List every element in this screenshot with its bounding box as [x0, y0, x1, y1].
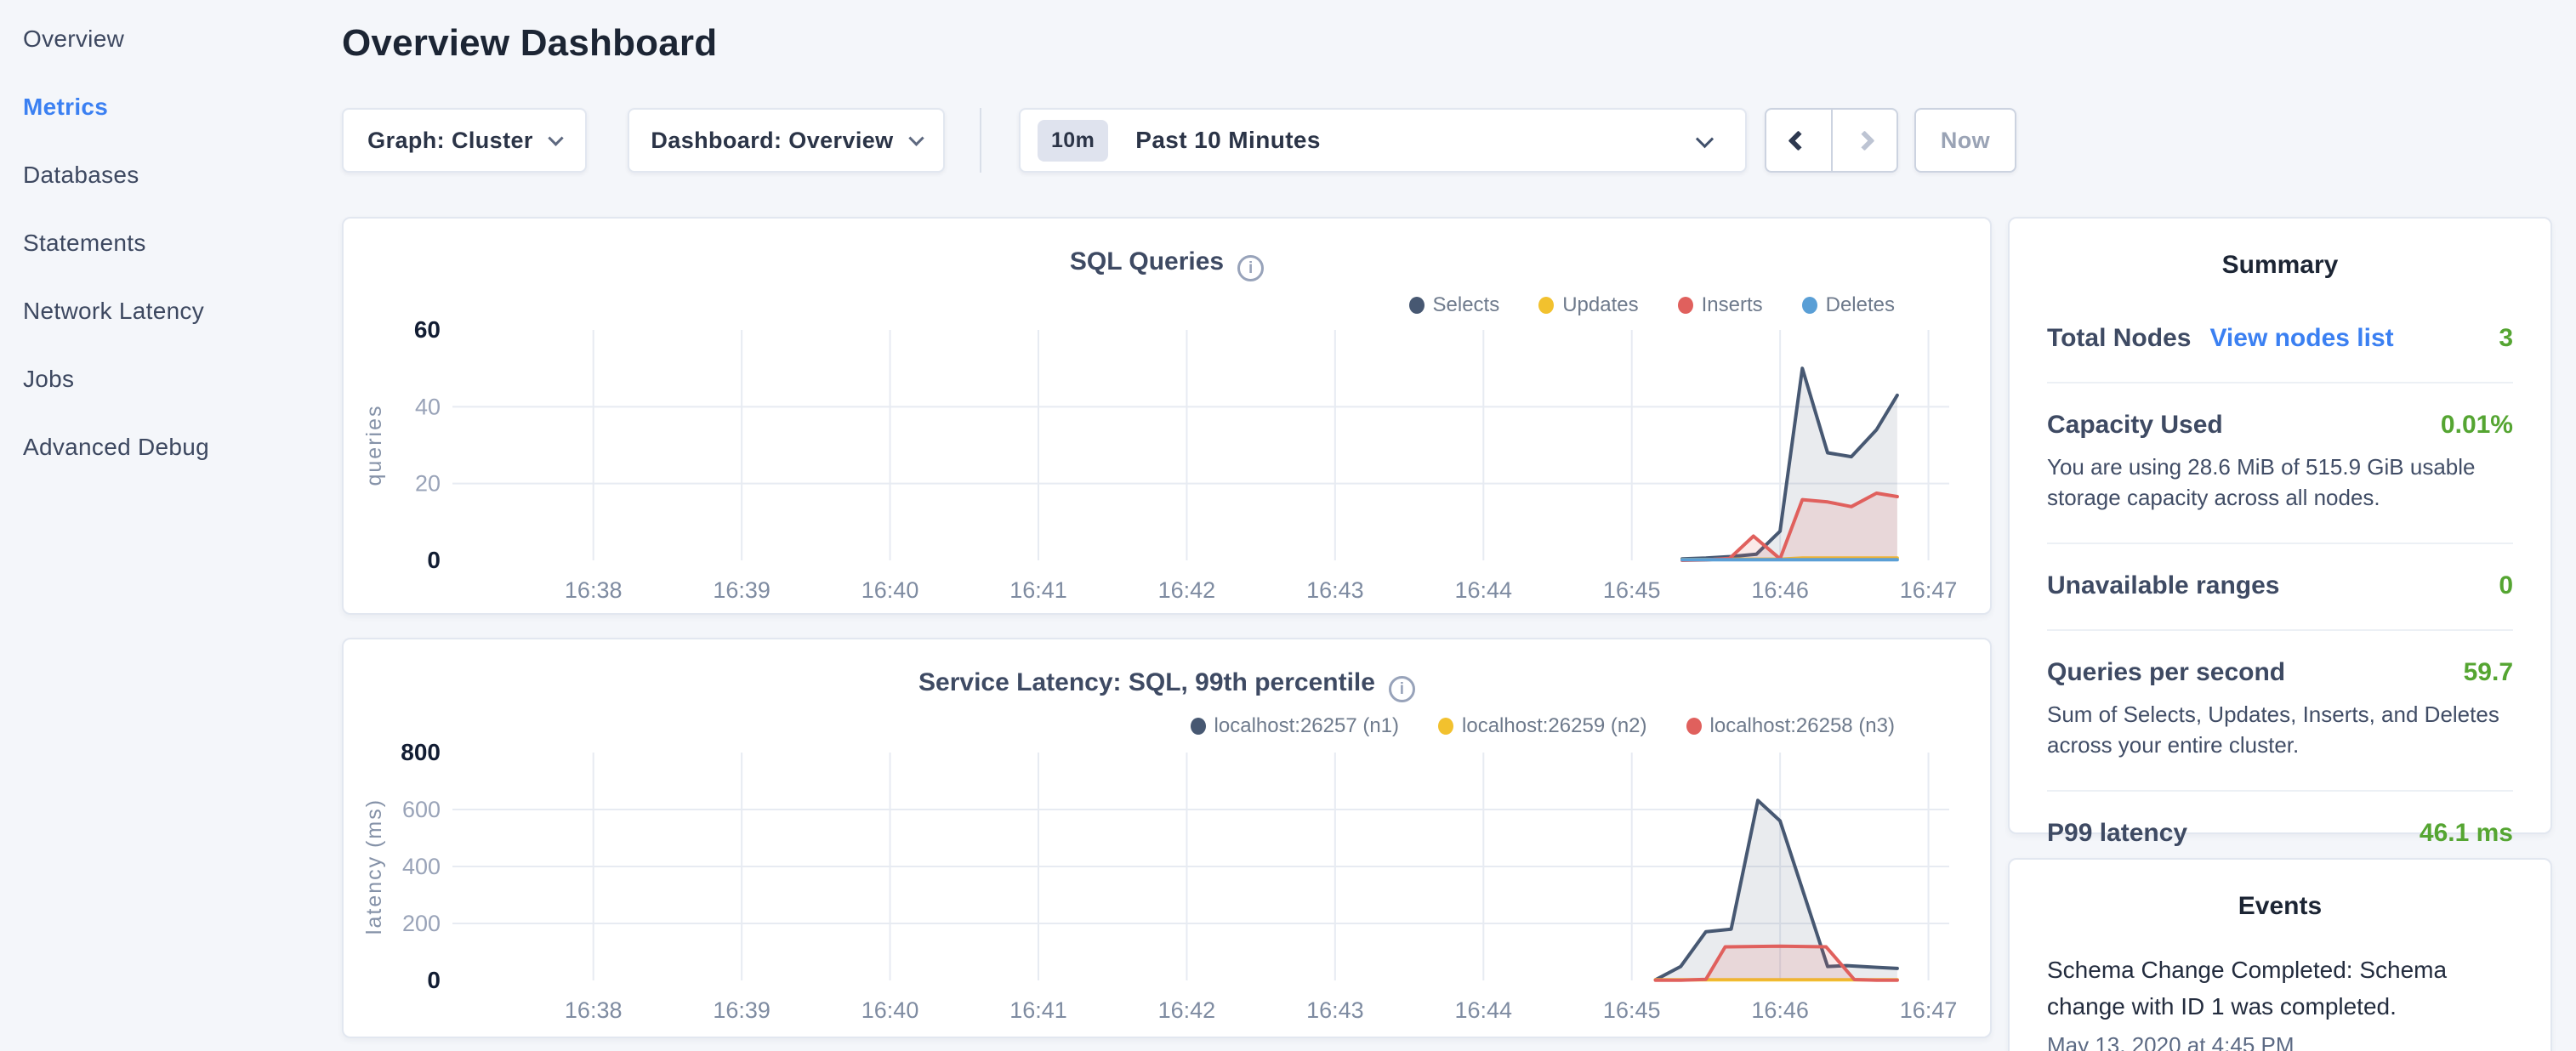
chevron-down-icon [908, 130, 924, 145]
chevron-right-icon [1854, 130, 1874, 151]
svg-text:16:44: 16:44 [1455, 997, 1513, 1023]
summary-label: P99 latency [2047, 819, 2187, 847]
sidebar-item-network-latency[interactable]: Network Latency [23, 277, 329, 345]
svg-text:16:38: 16:38 [565, 997, 623, 1023]
sidebar-item-statements[interactable]: Statements [23, 209, 329, 277]
svg-text:16:44: 16:44 [1455, 577, 1513, 603]
graph-dropdown[interactable]: Graph: Cluster [342, 108, 587, 173]
svg-text:16:47: 16:47 [1900, 577, 1958, 603]
service-latency-chart: 16:38 16:39 16:40 16:41 16:42 16:43 16:44 16:45… [344, 639, 1993, 1040]
sidebar: OverviewMetricsDatabasesStatementsNetwor… [23, 5, 329, 481]
svg-text:200: 200 [402, 911, 441, 936]
time-backward-button[interactable] [1766, 110, 1831, 171]
svg-text:16:40: 16:40 [862, 997, 919, 1023]
svg-text:16:42: 16:42 [1158, 577, 1216, 603]
service-latency-panel: Service Latency: SQL, 99th percentilei l… [342, 638, 1992, 1038]
summary-row: Total Nodes View nodes list 3 [2047, 324, 2513, 353]
svg-text:16:43: 16:43 [1306, 997, 1364, 1023]
summary-row: Unavailable ranges 0 [2047, 571, 2513, 600]
event-message: Schema Change Completed: Schema change w… [2047, 952, 2513, 1025]
svg-text:16:39: 16:39 [713, 997, 771, 1023]
summary-row-left: Queries per second [2047, 658, 2285, 687]
summary-row-left: P99 latency [2047, 819, 2187, 848]
summary-title: Summary [2010, 251, 2550, 280]
toolbar-divider [980, 108, 981, 173]
svg-text:16:41: 16:41 [1009, 577, 1067, 603]
summary-rows: Total Nodes View nodes list 3 Capacity Used… [2010, 324, 2550, 848]
time-nav-buttons [1765, 108, 1898, 173]
sidebar-item-overview[interactable]: Overview [23, 5, 329, 73]
svg-text:16:43: 16:43 [1306, 577, 1364, 603]
summary-row: P99 latency 46.1 ms [2047, 819, 2513, 848]
svg-text:16:42: 16:42 [1158, 997, 1216, 1023]
summary-value: 46.1 ms [2420, 819, 2513, 848]
app-root: OverviewMetricsDatabasesStatementsNetwor… [0, 0, 2576, 1051]
now-button[interactable]: Now [1914, 108, 2016, 173]
svg-text:16:46: 16:46 [1751, 577, 1809, 603]
summary-row-left: Unavailable ranges [2047, 571, 2279, 600]
graph-dropdown-label: Graph: Cluster [367, 128, 533, 154]
sidebar-item-databases[interactable]: Databases [23, 141, 329, 209]
page-title: Overview Dashboard [342, 22, 717, 65]
time-range-badge: 10m [1038, 120, 1108, 162]
svg-text:600: 600 [402, 797, 441, 822]
summary-description: You are using 28.6 MiB of 515.9 GiB usab… [2047, 452, 2513, 514]
svg-text:40: 40 [415, 394, 441, 419]
svg-text:latency (ms): latency (ms) [362, 798, 386, 935]
chevron-down-icon [1696, 130, 1714, 148]
summary-value: 3 [2499, 324, 2513, 353]
time-window-selector[interactable]: 10m Past 10 Minutes [1019, 108, 1747, 173]
sidebar-item-advanced-debug[interactable]: Advanced Debug [23, 413, 329, 481]
summary-value: 59.7 [2464, 658, 2513, 687]
svg-text:0: 0 [427, 967, 441, 993]
svg-text:16:45: 16:45 [1603, 997, 1661, 1023]
summary-row-left: Capacity Used [2047, 411, 2223, 440]
events-panel: Events Schema Change Completed: Schema c… [2008, 858, 2552, 1051]
summary-value: 0 [2499, 571, 2513, 600]
summary-value: 0.01% [2441, 411, 2513, 440]
svg-text:queries: queries [362, 405, 386, 486]
svg-text:16:40: 16:40 [862, 577, 919, 603]
summary-row: Capacity Used 0.01% [2047, 411, 2513, 440]
svg-text:16:47: 16:47 [1900, 997, 1958, 1023]
divider [2047, 790, 2513, 792]
summary-row-left: Total Nodes View nodes list [2047, 324, 2394, 353]
divider [2047, 543, 2513, 544]
svg-text:0: 0 [427, 547, 441, 573]
time-forward-button[interactable] [1831, 110, 1897, 171]
svg-text:20: 20 [415, 471, 441, 497]
divider [2047, 382, 2513, 383]
summary-label: Queries per second [2047, 658, 2285, 686]
summary-row: Queries per second 59.7 [2047, 658, 2513, 687]
svg-text:16:38: 16:38 [565, 577, 623, 603]
svg-text:16:46: 16:46 [1751, 997, 1809, 1023]
sidebar-item-metrics[interactable]: Metrics [23, 73, 329, 141]
summary-panel: Summary Total Nodes View nodes list 3 Capac… [2008, 217, 2552, 834]
summary-description: Sum of Selects, Updates, Inserts, and De… [2047, 699, 2513, 761]
events-title: Events [2010, 892, 2550, 921]
view-nodes-link[interactable]: View nodes list [2209, 324, 2393, 352]
summary-label: Unavailable ranges [2047, 571, 2279, 599]
svg-text:800: 800 [401, 739, 441, 765]
svg-text:16:39: 16:39 [713, 577, 771, 603]
sql-queries-chart: 16:38 16:39 16:40 16:41 16:42 16:43 16:44 16:45… [344, 219, 1993, 616]
chevron-down-icon [548, 130, 563, 145]
summary-label: Capacity Used [2047, 411, 2223, 439]
svg-text:16:41: 16:41 [1009, 997, 1067, 1023]
dashboard-dropdown-label: Dashboard: Overview [651, 128, 893, 154]
divider [2047, 629, 2513, 631]
time-range-label: Past 10 Minutes [1135, 127, 1321, 154]
dashboard-dropdown[interactable]: Dashboard: Overview [628, 108, 945, 173]
events-list: Schema Change Completed: Schema change w… [2010, 952, 2550, 1051]
svg-text:60: 60 [414, 316, 441, 343]
svg-text:16:45: 16:45 [1603, 577, 1661, 603]
chevron-left-icon [1788, 130, 1809, 151]
summary-label: Total Nodes [2047, 324, 2191, 352]
sql-queries-panel: SQL Queriesi SelectsUpdatesInsertsDelete… [342, 217, 1992, 615]
svg-text:400: 400 [402, 854, 441, 879]
sidebar-item-jobs[interactable]: Jobs [23, 345, 329, 413]
event-timestamp: May 13, 2020 at 4:45 PM [2047, 1032, 2513, 1051]
